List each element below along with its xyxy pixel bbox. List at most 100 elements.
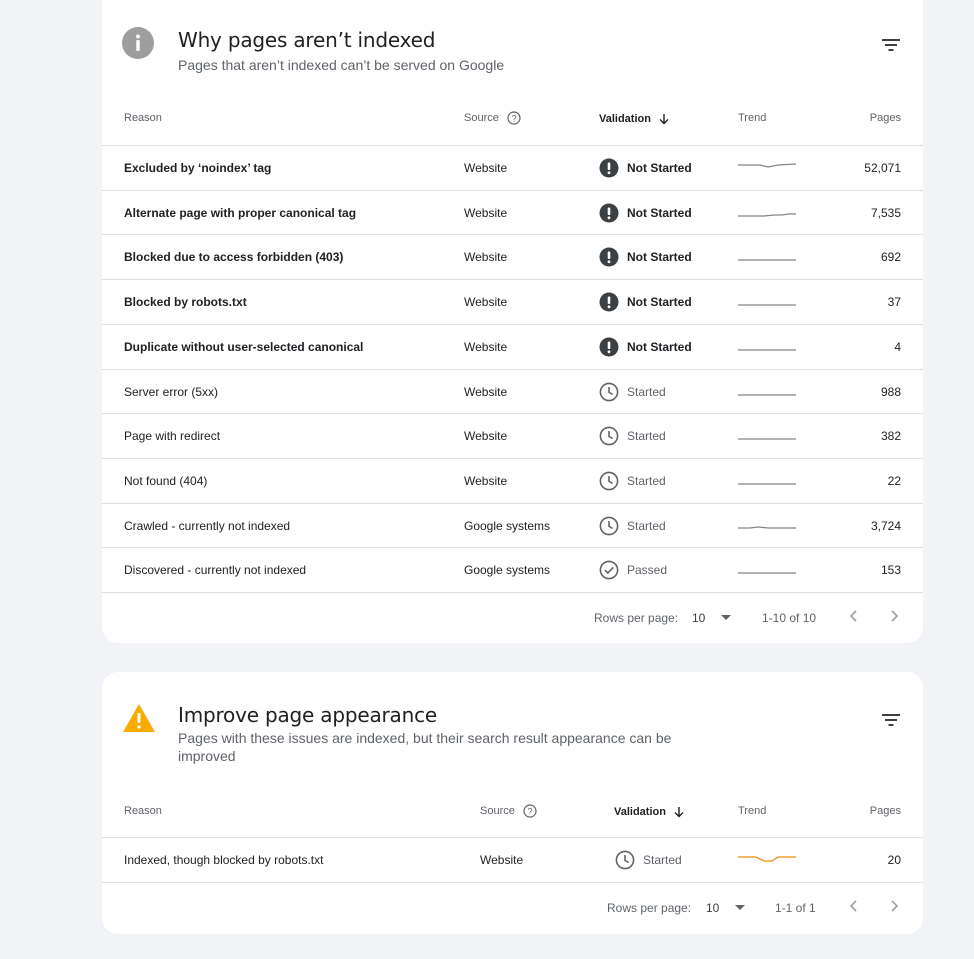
row-trend <box>738 370 798 414</box>
table-row[interactable]: Server error (5xx) Website Started 988 <box>102 368 923 414</box>
table-bottom-divider <box>102 592 923 593</box>
row-reason: Duplicate without user-selected canonica… <box>124 339 364 354</box>
row-trend <box>738 325 798 369</box>
row-validation: Not Started <box>599 146 692 190</box>
card-title: Why pages aren’t indexed <box>178 28 436 52</box>
help-icon[interactable]: ? <box>507 111 521 125</box>
trend-sparkline <box>738 572 796 574</box>
row-trend <box>738 414 798 458</box>
not-indexed-card: Why pages aren’t indexed Pages that aren… <box>102 0 923 643</box>
row-reason: Alternate page with proper canonical tag <box>124 205 357 220</box>
clock-icon <box>615 850 635 870</box>
rows-per-page-label: Rows per page: <box>594 611 679 625</box>
table-row[interactable]: Duplicate without user-selected canonica… <box>102 323 923 369</box>
rows-per-page-select[interactable]: 10 <box>706 901 746 915</box>
row-trend <box>738 548 798 592</box>
table-row[interactable]: Blocked due to access forbidden (403) Web… <box>102 234 923 279</box>
svg-text:?: ? <box>527 806 532 816</box>
row-validation: Started <box>599 414 666 458</box>
table-row[interactable]: Not found (404) Website Started 22 <box>102 457 923 503</box>
column-header-source: Source ? <box>480 804 537 818</box>
row-source: Website <box>464 384 508 399</box>
row-reason: Indexed, though blocked by robots.txt <box>124 853 324 867</box>
row-pages: 3,724 <box>870 518 901 533</box>
table-row[interactable]: Excluded by ‘noindex’ tag Website Not Star… <box>102 145 923 190</box>
row-reason: Blocked by robots.txt <box>124 295 247 310</box>
row-source: Website <box>464 339 508 354</box>
rows-per-page-label: Rows per page: <box>607 901 692 915</box>
trend-sparkline <box>738 259 796 262</box>
previous-page-icon[interactable] <box>846 608 862 624</box>
card-subtitle-line-1: Pages with these issues are indexed, but… <box>178 730 672 746</box>
row-validation: Not Started <box>599 191 692 235</box>
row-source: Website <box>464 250 508 265</box>
rows-per-page-value: 10 <box>706 901 720 915</box>
page-appearance-card: Improve page appearance Pages with these… <box>102 672 923 934</box>
validation-status: Started <box>627 473 666 488</box>
table-row[interactable]: Indexed, though blocked by robots.txt Web… <box>102 837 923 882</box>
clock-icon <box>599 516 619 535</box>
row-source: Website <box>480 853 524 867</box>
row-pages: 7,535 <box>870 205 901 220</box>
row-validation: Not Started <box>599 280 692 324</box>
trend-sparkline <box>738 525 796 529</box>
row-trend <box>738 191 798 235</box>
row-reason: Server error (5xx) <box>124 384 219 399</box>
filter-icon[interactable] <box>881 712 901 728</box>
exclamation-icon <box>599 292 619 312</box>
check-circle-icon <box>599 560 619 580</box>
trend-sparkline <box>738 163 797 168</box>
column-header-validation[interactable]: Validation <box>614 805 686 819</box>
row-trend <box>738 838 798 882</box>
table-bottom-divider <box>102 882 923 883</box>
card-title: Improve page appearance <box>178 703 437 727</box>
row-reason: Not found (404) <box>124 473 208 488</box>
row-validation: Not Started <box>599 325 692 369</box>
table-row[interactable]: Discovered - currently not indexed Google… <box>102 547 923 592</box>
validation-status: Passed <box>627 563 668 578</box>
clock-icon <box>599 382 619 401</box>
table-row[interactable]: Crawled - currently not indexed Google sy… <box>102 502 923 548</box>
row-pages: 988 <box>880 384 901 399</box>
row-pages: 22 <box>887 473 901 488</box>
column-header-validation-label: Validation <box>599 113 651 125</box>
row-validation: Not Started <box>599 235 692 279</box>
row-reason: Page with redirect <box>124 429 221 444</box>
info-icon <box>122 27 154 59</box>
next-page-icon[interactable] <box>886 898 902 914</box>
card-subtitle-line-2: improved <box>178 748 236 764</box>
exclamation-icon <box>599 247 619 267</box>
page-range: 1-10 of 10 <box>762 611 817 625</box>
row-trend <box>738 504 798 548</box>
row-reason: Blocked due to access forbidden (403) <box>124 250 344 265</box>
help-icon[interactable]: ? <box>523 804 537 818</box>
row-validation: Started <box>599 504 666 548</box>
page-range: 1-1 of 1 <box>775 901 816 915</box>
row-trend <box>738 280 798 324</box>
column-header-validation[interactable]: Validation <box>599 112 671 126</box>
column-header-source: Source ? <box>464 111 521 125</box>
trend-sparkline <box>738 393 796 396</box>
row-validation: Started <box>599 459 666 503</box>
column-header-reason: Reason <box>124 112 162 124</box>
row-pages: 52,071 <box>864 161 901 175</box>
table-row[interactable]: Page with redirect Website Started 382 <box>102 413 923 458</box>
trend-sparkline <box>738 304 796 306</box>
row-reason: Crawled - currently not indexed <box>124 518 291 533</box>
row-source: Website <box>464 205 508 220</box>
filter-icon[interactable] <box>881 37 901 53</box>
previous-page-icon[interactable] <box>846 898 862 914</box>
table-row[interactable]: Alternate page with proper canonical tag… <box>102 189 923 235</box>
table-row[interactable]: Blocked by robots.txt Website Not Started 3… <box>102 279 923 324</box>
trend-sparkline <box>738 213 796 217</box>
next-page-icon[interactable] <box>886 608 902 624</box>
row-pages: 153 <box>880 563 901 578</box>
row-trend <box>738 459 798 503</box>
rows-per-page-select[interactable]: 10 <box>692 611 732 625</box>
validation-status: Not Started <box>627 250 692 265</box>
validation-status: Started <box>627 518 666 533</box>
column-header-pages: Pages <box>869 805 901 817</box>
column-header-trend: Trend <box>738 112 767 124</box>
exclamation-icon <box>599 203 619 223</box>
row-pages: 37 <box>887 295 901 310</box>
